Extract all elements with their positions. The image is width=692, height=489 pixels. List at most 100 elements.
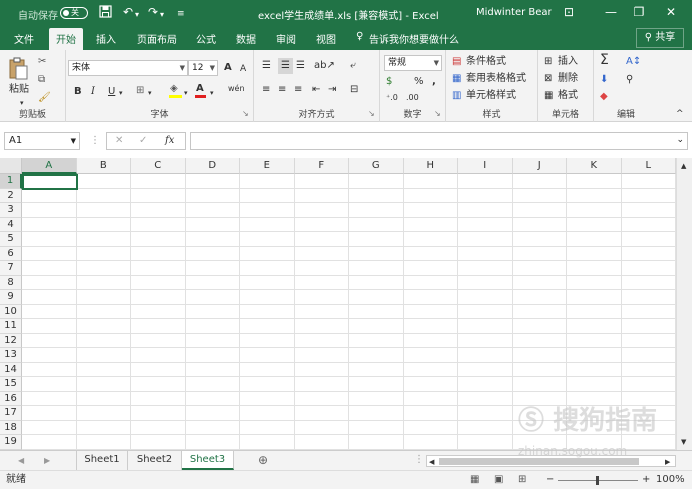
fill-icon[interactable]: ⬇ — [600, 74, 608, 86]
row-header-11[interactable]: 11 — [0, 319, 22, 334]
page-layout-view-icon[interactable]: ▣ — [494, 474, 503, 486]
format-table-button[interactable]: 套用表格格式 — [466, 73, 526, 85]
copy-icon[interactable]: ⧉ — [38, 74, 45, 86]
number-format-box[interactable]: 常规 ▼ — [384, 55, 442, 71]
restore-button[interactable]: ❐ — [626, 3, 652, 21]
italic-button[interactable]: I — [91, 86, 95, 98]
autosave-toggle[interactable]: 关 — [60, 7, 88, 19]
scroll-right-icon[interactable]: ▶ — [665, 456, 670, 468]
column-header-f[interactable]: F — [294, 158, 349, 174]
font-color-icon[interactable]: A — [195, 83, 206, 98]
percent-button[interactable]: % — [414, 76, 424, 88]
align-right-icon[interactable]: ≡ — [294, 84, 302, 96]
fill-dropdown-icon[interactable]: ▾ — [184, 87, 188, 99]
row-header-12[interactable]: 12 — [0, 333, 22, 348]
tab-view[interactable]: 视图 — [316, 31, 336, 46]
column-header-h[interactable]: H — [403, 158, 458, 174]
column-header-a[interactable]: A — [22, 158, 77, 174]
row-header-2[interactable]: 2 — [0, 188, 22, 203]
row-header-9[interactable]: 9 — [0, 290, 22, 305]
tab-splitter-icon[interactable]: ⋮ — [414, 454, 424, 466]
scroll-thumb[interactable] — [439, 458, 639, 465]
page-break-view-icon[interactable]: ⊞ — [518, 474, 526, 486]
conditional-format-button[interactable]: 条件格式 — [466, 56, 506, 68]
decrease-decimal-icon[interactable]: .00 — [406, 92, 419, 104]
select-all-corner[interactable] — [0, 158, 22, 174]
font-size-box[interactable]: 12 ▼ — [188, 60, 218, 76]
scroll-up-icon[interactable]: ▲ — [681, 160, 686, 172]
cell-styles-icon[interactable]: ▥ — [452, 90, 461, 102]
conditional-format-icon[interactable]: ▤ — [452, 56, 461, 68]
share-button[interactable]: ⚲ 共享 — [636, 28, 684, 48]
ribbon-display-button[interactable]: ⊡ — [556, 3, 582, 21]
undo-icon[interactable]: ↶ — [123, 5, 133, 19]
column-header-d[interactable]: D — [185, 158, 240, 174]
row-header-3[interactable]: 3 — [0, 203, 22, 218]
sheet-tab-sheet2[interactable]: Sheet2 — [128, 451, 182, 470]
cut-icon[interactable]: ✂ — [38, 56, 46, 68]
align-center-icon[interactable]: ≡ — [278, 84, 286, 96]
row-header-18[interactable]: 18 — [0, 420, 22, 435]
bold-button[interactable]: B — [74, 86, 82, 98]
row-header-1[interactable]: 1 — [0, 174, 22, 189]
redo-icon[interactable]: ↷ — [148, 5, 158, 19]
row-header-10[interactable]: 10 — [0, 304, 22, 319]
zoom-slider-thumb[interactable] — [596, 476, 599, 485]
name-box[interactable]: A1 ▼ — [4, 132, 80, 150]
minimize-button[interactable]: — — [598, 3, 624, 21]
align-bottom-icon[interactable]: ☰ — [296, 60, 305, 72]
clear-icon[interactable]: ◆ — [600, 91, 608, 103]
zoom-in-button[interactable]: + — [642, 474, 650, 486]
sheet-tab-sheet1[interactable]: Sheet1 — [76, 451, 128, 470]
border-icon[interactable]: ⊞ — [136, 85, 144, 97]
undo-dropdown-icon[interactable]: ▾ — [135, 8, 139, 22]
row-header-14[interactable]: 14 — [0, 362, 22, 377]
insert-function-button[interactable]: fx — [165, 135, 174, 147]
orientation-icon[interactable]: ab↗ — [314, 60, 335, 72]
sheet-tab-sheet3[interactable]: Sheet3 — [182, 451, 234, 470]
wrap-text-icon[interactable]: ⤶ — [350, 60, 356, 72]
format-painter-icon[interactable]: 🖌 — [38, 92, 51, 104]
paste-icon[interactable] — [8, 56, 28, 84]
autosum-icon[interactable]: Σ — [600, 53, 609, 67]
cancel-icon[interactable]: ✕ — [115, 135, 123, 147]
increase-decimal-icon[interactable]: ⁺.0 — [386, 92, 398, 104]
collapse-ribbon-icon[interactable]: ^ — [676, 108, 684, 120]
close-button[interactable]: ✕ — [658, 3, 684, 21]
tab-insert[interactable]: 插入 — [96, 31, 116, 46]
row-header-7[interactable]: 7 — [0, 261, 22, 276]
paste-label[interactable]: 粘贴 — [9, 84, 29, 96]
align-top-icon[interactable]: ☰ — [262, 60, 271, 72]
tab-page-layout[interactable]: 页面布局 — [137, 31, 177, 46]
column-header-l[interactable]: L — [621, 158, 676, 174]
format-cells-button[interactable]: 格式 — [558, 90, 578, 102]
tab-home[interactable]: 开始 — [49, 28, 83, 50]
tell-me-box[interactable]: 告诉我你想要做什么 — [369, 31, 459, 46]
grow-font-button[interactable]: A — [224, 62, 232, 74]
row-header-8[interactable]: 8 — [0, 275, 22, 290]
tab-review[interactable]: 审阅 — [276, 31, 296, 46]
row-header-5[interactable]: 5 — [0, 232, 22, 247]
row-header-13[interactable]: 13 — [0, 348, 22, 363]
font-name-box[interactable]: 宋体 ▼ — [68, 60, 188, 76]
row-header-16[interactable]: 16 — [0, 391, 22, 406]
shrink-font-button[interactable]: A — [240, 63, 246, 75]
underline-dropdown-icon[interactable]: ▾ — [119, 87, 123, 99]
formula-input[interactable]: ⌄ — [190, 132, 688, 150]
pinyin-button[interactable]: wén — [228, 83, 245, 95]
column-header-j[interactable]: J — [512, 158, 567, 174]
fill-color-icon[interactable]: ◈ — [169, 83, 182, 98]
cell-styles-button[interactable]: 单元格样式 — [466, 90, 516, 102]
row-header-6[interactable]: 6 — [0, 246, 22, 261]
customize-qat-icon[interactable]: ≡ — [177, 7, 185, 21]
column-header-k[interactable]: K — [567, 158, 622, 174]
scroll-down-icon[interactable]: ▼ — [681, 436, 686, 448]
expand-formula-icon[interactable]: ⌄ — [676, 135, 684, 145]
font-color-dropdown-icon[interactable]: ▾ — [210, 87, 214, 99]
scroll-left-icon[interactable]: ◀ — [429, 456, 434, 468]
save-icon[interactable] — [99, 5, 112, 21]
row-header-19[interactable]: 19 — [0, 435, 22, 450]
zoom-level[interactable]: 100% — [656, 474, 685, 486]
column-header-b[interactable]: B — [76, 158, 131, 174]
row-header-4[interactable]: 4 — [0, 217, 22, 232]
